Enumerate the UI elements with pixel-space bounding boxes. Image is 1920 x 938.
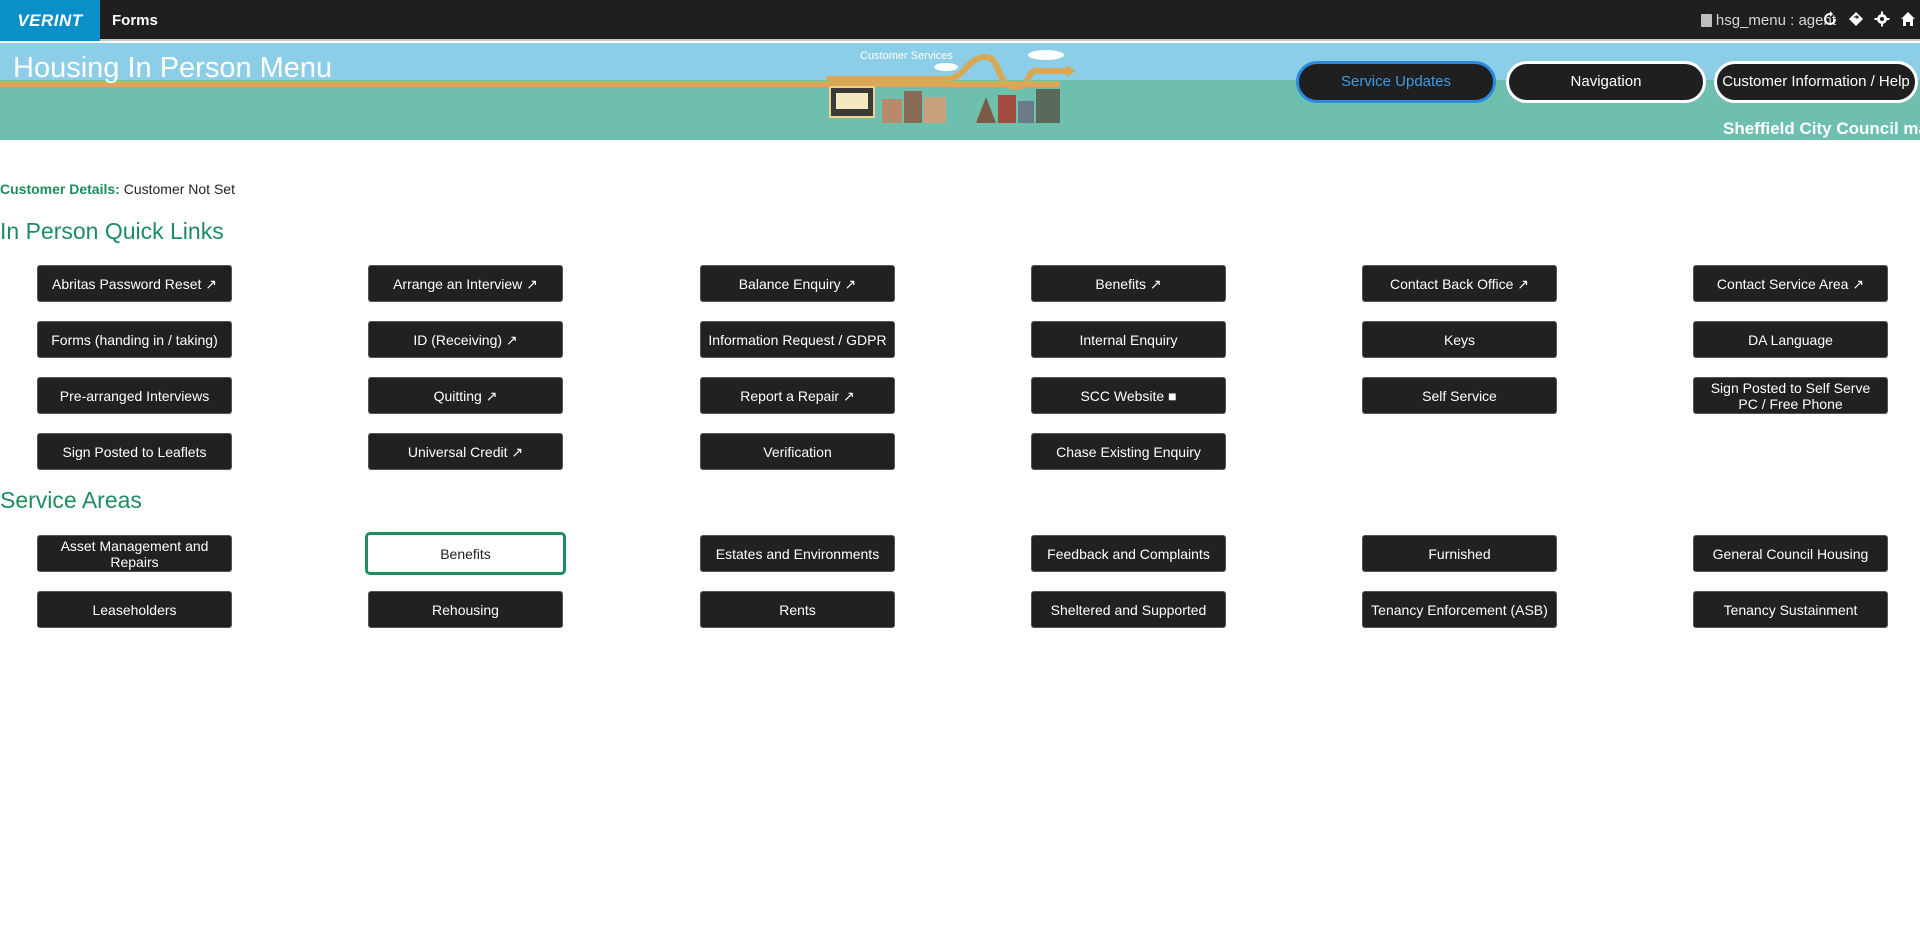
quick-link-button[interactable]: Self Service (1362, 377, 1557, 414)
quick-link-button[interactable]: SCC Website ■ (1031, 377, 1226, 414)
quick-link-button[interactable]: Keys (1362, 321, 1557, 358)
page-title: Housing In Person Menu (13, 52, 333, 84)
quick-link-button[interactable]: Report a Repair ↗ (700, 377, 895, 414)
user-info: hsg_menu : agent (1700, 0, 1836, 41)
user-label: hsg_menu : agent (1715, 12, 1836, 29)
service-area-button[interactable]: Rents (700, 591, 895, 628)
service-area-button[interactable]: Tenancy Enforcement (ASB) (1362, 591, 1557, 628)
top-icons (1822, 0, 1916, 41)
quick-link-button[interactable]: DA Language (1693, 321, 1888, 358)
service-area-button[interactable]: Tenancy Sustainment (1693, 591, 1888, 628)
quick-link-button[interactable]: Pre-arranged Interviews (37, 377, 232, 414)
navigation-button[interactable]: Navigation (1506, 61, 1706, 103)
quick-link-button[interactable]: Internal Enquiry (1031, 321, 1226, 358)
document-icon (1700, 14, 1712, 27)
news-ticker: Sheffield City Council ma (1723, 119, 1920, 138)
service-area-button[interactable]: Estates and Environments (700, 535, 895, 572)
customer-details-label: Customer Details: (0, 181, 120, 197)
customer-details: Customer Details: Customer Not Set (0, 181, 235, 197)
home-icon[interactable] (1900, 11, 1916, 31)
gear-icon[interactable] (1874, 11, 1890, 31)
service-area-button[interactable]: Rehousing (368, 591, 563, 628)
service-area-button[interactable]: General Council Housing (1693, 535, 1888, 572)
top-bar: VERINT Forms hsg_menu : agent (0, 0, 1920, 41)
service-areas-heading: Service Areas (0, 487, 142, 513)
quick-link-button[interactable]: Sign Posted to Leaflets (37, 433, 232, 470)
quick-link-button[interactable]: Balance Enquiry ↗ (700, 265, 895, 302)
customer-information-help-button[interactable]: Customer Information / Help (1714, 61, 1918, 103)
quick-link-button[interactable]: Sign Posted to Self Serve PC / Free Phon… (1693, 377, 1888, 414)
customer-details-value: Customer Not Set (123, 181, 235, 197)
service-area-button[interactable]: Sheltered and Supported (1031, 591, 1226, 628)
quick-link-button[interactable]: Contact Service Area ↗ (1693, 265, 1888, 302)
quick-link-button[interactable]: Information Request / GDPR (700, 321, 895, 358)
quick-link-button[interactable]: Arrange an Interview ↗ (368, 265, 563, 302)
quick-link-button[interactable]: Abritas Password Reset ↗ (37, 265, 232, 302)
service-updates-button[interactable]: Service Updates (1296, 61, 1496, 103)
service-area-button[interactable]: Asset Management and Repairs (37, 535, 232, 572)
quick-link-button[interactable]: Universal Credit ↗ (368, 433, 563, 470)
app-title[interactable]: Forms (112, 0, 158, 41)
city-skyline-illustration (826, 50, 1076, 123)
diamond-nav-icon[interactable] (1848, 11, 1864, 31)
quick-link-button[interactable]: Contact Back Office ↗ (1362, 265, 1557, 302)
header-banner: Housing In Person Menu Customer Services… (0, 43, 1920, 140)
verint-logo[interactable]: VERINT (0, 0, 100, 41)
service-area-button[interactable]: Feedback and Complaints (1031, 535, 1226, 572)
quick-link-button[interactable]: Quitting ↗ (368, 377, 563, 414)
service-area-button[interactable]: Furnished (1362, 535, 1557, 572)
quick-link-button[interactable]: Verification (700, 433, 895, 470)
quick-link-button[interactable]: Benefits ↗ (1031, 265, 1226, 302)
quick-link-button[interactable]: Forms (handing in / taking) (37, 321, 232, 358)
refresh-icon[interactable] (1822, 10, 1838, 31)
quick-link-button[interactable]: ID (Receiving) ↗ (368, 321, 563, 358)
quick-links-heading: In Person Quick Links (0, 218, 224, 244)
service-area-button[interactable]: Leaseholders (37, 591, 232, 628)
service-area-button-selected[interactable]: Benefits (365, 532, 566, 575)
quick-link-button[interactable]: Chase Existing Enquiry (1031, 433, 1226, 470)
